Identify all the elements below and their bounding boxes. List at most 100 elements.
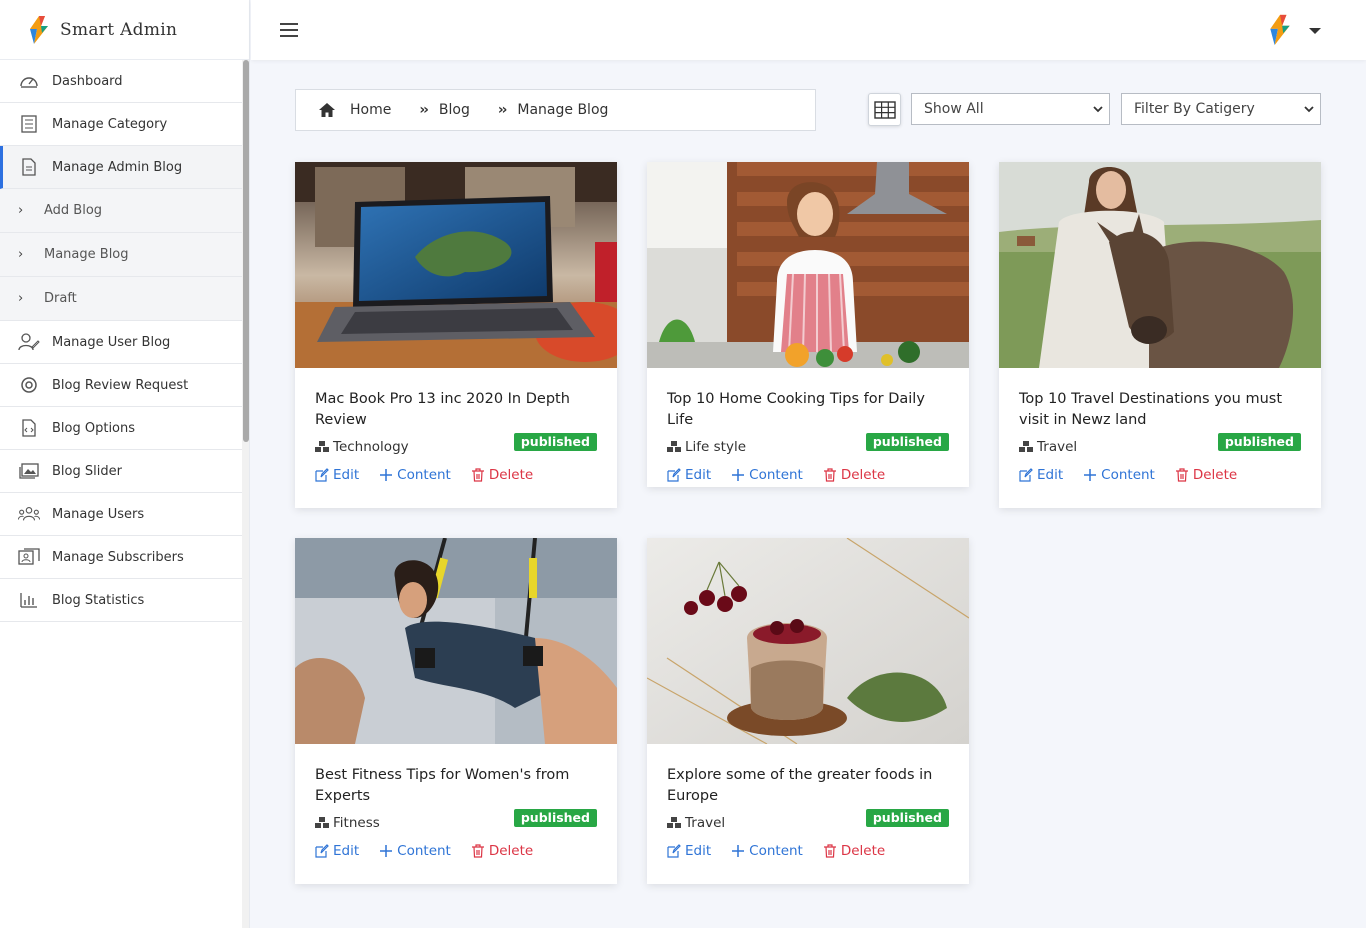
table-grid-icon — [873, 100, 896, 119]
blog-card-title[interactable]: Best Fitness Tips for Women's from Exper… — [315, 765, 597, 807]
delete-button[interactable]: Delete — [471, 843, 533, 859]
blog-card-title[interactable]: Explore some of the greater foods in Eur… — [667, 765, 949, 807]
delete-button[interactable]: Delete — [1175, 467, 1237, 483]
breadcrumb-blog[interactable]: Blog — [439, 102, 470, 118]
grid-view-button[interactable] — [868, 93, 901, 126]
blog-card-body: Best Fitness Tips for Women's from Exper… — [295, 744, 617, 859]
menu-toggle-icon[interactable] — [280, 23, 298, 39]
trash-icon — [471, 844, 484, 858]
content-button[interactable]: Content — [379, 467, 451, 483]
dashboard-icon — [18, 70, 40, 92]
edit-button[interactable]: Edit — [1019, 467, 1063, 483]
sidebar-subitem-manage-blog[interactable]: › Manage Blog — [0, 233, 242, 277]
content-button[interactable]: Content — [731, 467, 803, 483]
sidebar-subitem-add-blog[interactable]: › Add Blog — [0, 189, 242, 233]
sidebar-item-manage-users[interactable]: Manage Users — [0, 493, 242, 536]
blog-card-category: Life style — [667, 439, 746, 455]
subscribers-icon — [18, 546, 40, 568]
edit-button[interactable]: Edit — [667, 467, 711, 483]
blog-card-image[interactable] — [295, 538, 617, 744]
cubes-icon — [315, 441, 329, 452]
user-avatar-icon[interactable] — [1266, 12, 1294, 48]
cubes-icon — [667, 441, 681, 452]
sidebar-item-label: Manage Users — [52, 506, 145, 522]
sidebar-item-label: Add Blog — [44, 203, 103, 218]
trash-icon — [471, 468, 484, 482]
content-button[interactable]: Content — [731, 843, 803, 859]
chevron-right-icon: › — [18, 291, 24, 306]
blog-card-image[interactable] — [999, 162, 1321, 368]
blog-card-category-label: Technology — [333, 439, 409, 455]
filter-category-value: Filter By Catigery — [1134, 101, 1255, 117]
blog-card-category: Technology — [315, 439, 409, 455]
status-badge: published — [865, 433, 949, 451]
edit-icon — [315, 468, 329, 482]
sidebar-item-blog-statistics[interactable]: Blog Statistics — [0, 579, 242, 622]
edit-icon — [667, 844, 681, 858]
blog-card-meta: Technology published — [315, 429, 597, 455]
blog-card-image[interactable] — [295, 162, 617, 368]
trash-icon — [823, 468, 836, 482]
sidebar-item-manage-category[interactable]: Manage Category — [0, 103, 242, 146]
sidebar-item-blog-review-request[interactable]: Blog Review Request — [0, 364, 242, 407]
status-badge: published — [865, 809, 949, 827]
sidebar-subitem-draft[interactable]: › Draft — [0, 277, 242, 321]
sidebar-item-label: Manage Blog — [44, 247, 129, 262]
sidebar-item-manage-user-blog[interactable]: Manage User Blog — [0, 321, 242, 364]
trash-icon — [1175, 468, 1188, 482]
sidebar-scrollbar[interactable] — [242, 60, 249, 928]
delete-button[interactable]: Delete — [471, 467, 533, 483]
edit-button[interactable]: Edit — [315, 467, 359, 483]
content-button[interactable]: Content — [379, 843, 451, 859]
user-menu-caret-icon[interactable] — [1309, 28, 1321, 34]
blog-card-meta: Life style published — [667, 429, 949, 455]
filter-category-select[interactable]: Filter By Catigery — [1121, 93, 1321, 125]
home-icon[interactable] — [318, 102, 336, 118]
chart-icon — [18, 589, 40, 611]
edit-icon — [315, 844, 329, 858]
sidebar-scrollbar-thumb[interactable] — [243, 60, 249, 442]
topbar — [251, 0, 1366, 60]
blog-card-category-label: Travel — [685, 815, 726, 831]
cubes-icon — [315, 817, 329, 828]
blog-card-title[interactable]: Top 10 Home Cooking Tips for Daily Life — [667, 389, 949, 431]
blog-card-title[interactable]: Mac Book Pro 13 inc 2020 In Depth Review — [315, 389, 597, 431]
sidebar-item-blog-options[interactable]: Blog Options — [0, 407, 242, 450]
plus-icon — [732, 469, 745, 481]
list-icon — [18, 113, 40, 135]
content-button[interactable]: Content — [1083, 467, 1155, 483]
sidebar: Smart Admin Dashboard Manage Category Ma… — [0, 0, 250, 928]
blog-card-image[interactable] — [647, 538, 969, 744]
chevron-right-icon: › — [18, 247, 24, 262]
blog-card-actions: Edit Content Delete — [315, 843, 597, 859]
sidebar-item-manage-admin-blog[interactable]: Manage Admin Blog — [0, 146, 242, 189]
blog-card-category: Fitness — [315, 815, 380, 831]
chevron-down-icon — [1093, 106, 1103, 113]
chevron-right-icon: › — [18, 203, 24, 218]
blog-card-image[interactable] — [647, 162, 969, 368]
edit-button[interactable]: Edit — [667, 843, 711, 859]
sidebar-item-label: Manage Category — [52, 116, 168, 132]
edit-button[interactable]: Edit — [315, 843, 359, 859]
sidebar-item-dashboard[interactable]: Dashboard — [0, 60, 242, 103]
plus-icon — [380, 469, 393, 481]
sidebar-item-blog-slider[interactable]: Blog Slider — [0, 450, 242, 493]
breadcrumb-home[interactable]: Home — [350, 102, 391, 118]
file-code-icon — [18, 417, 40, 439]
show-all-select[interactable]: Show All — [911, 93, 1110, 125]
blog-card-meta: Travel published — [667, 805, 949, 831]
brand-name: Smart Admin — [60, 19, 178, 40]
delete-button[interactable]: Delete — [823, 843, 885, 859]
document-icon — [18, 156, 40, 178]
plus-icon — [1084, 469, 1097, 481]
plus-icon — [380, 845, 393, 857]
delete-button[interactable]: Delete — [823, 467, 885, 483]
sidebar-item-label: Blog Options — [52, 420, 136, 436]
sidebar-item-label: Manage Admin Blog — [52, 159, 183, 175]
blog-card-meta: Fitness published — [315, 805, 597, 831]
sidebar-item-label: Manage User Blog — [52, 334, 171, 350]
brand[interactable]: Smart Admin — [0, 0, 249, 60]
edit-icon — [1019, 468, 1033, 482]
blog-card-title[interactable]: Top 10 Travel Destinations you must visi… — [1019, 389, 1301, 431]
sidebar-item-manage-subscribers[interactable]: Manage Subscribers — [0, 536, 242, 579]
